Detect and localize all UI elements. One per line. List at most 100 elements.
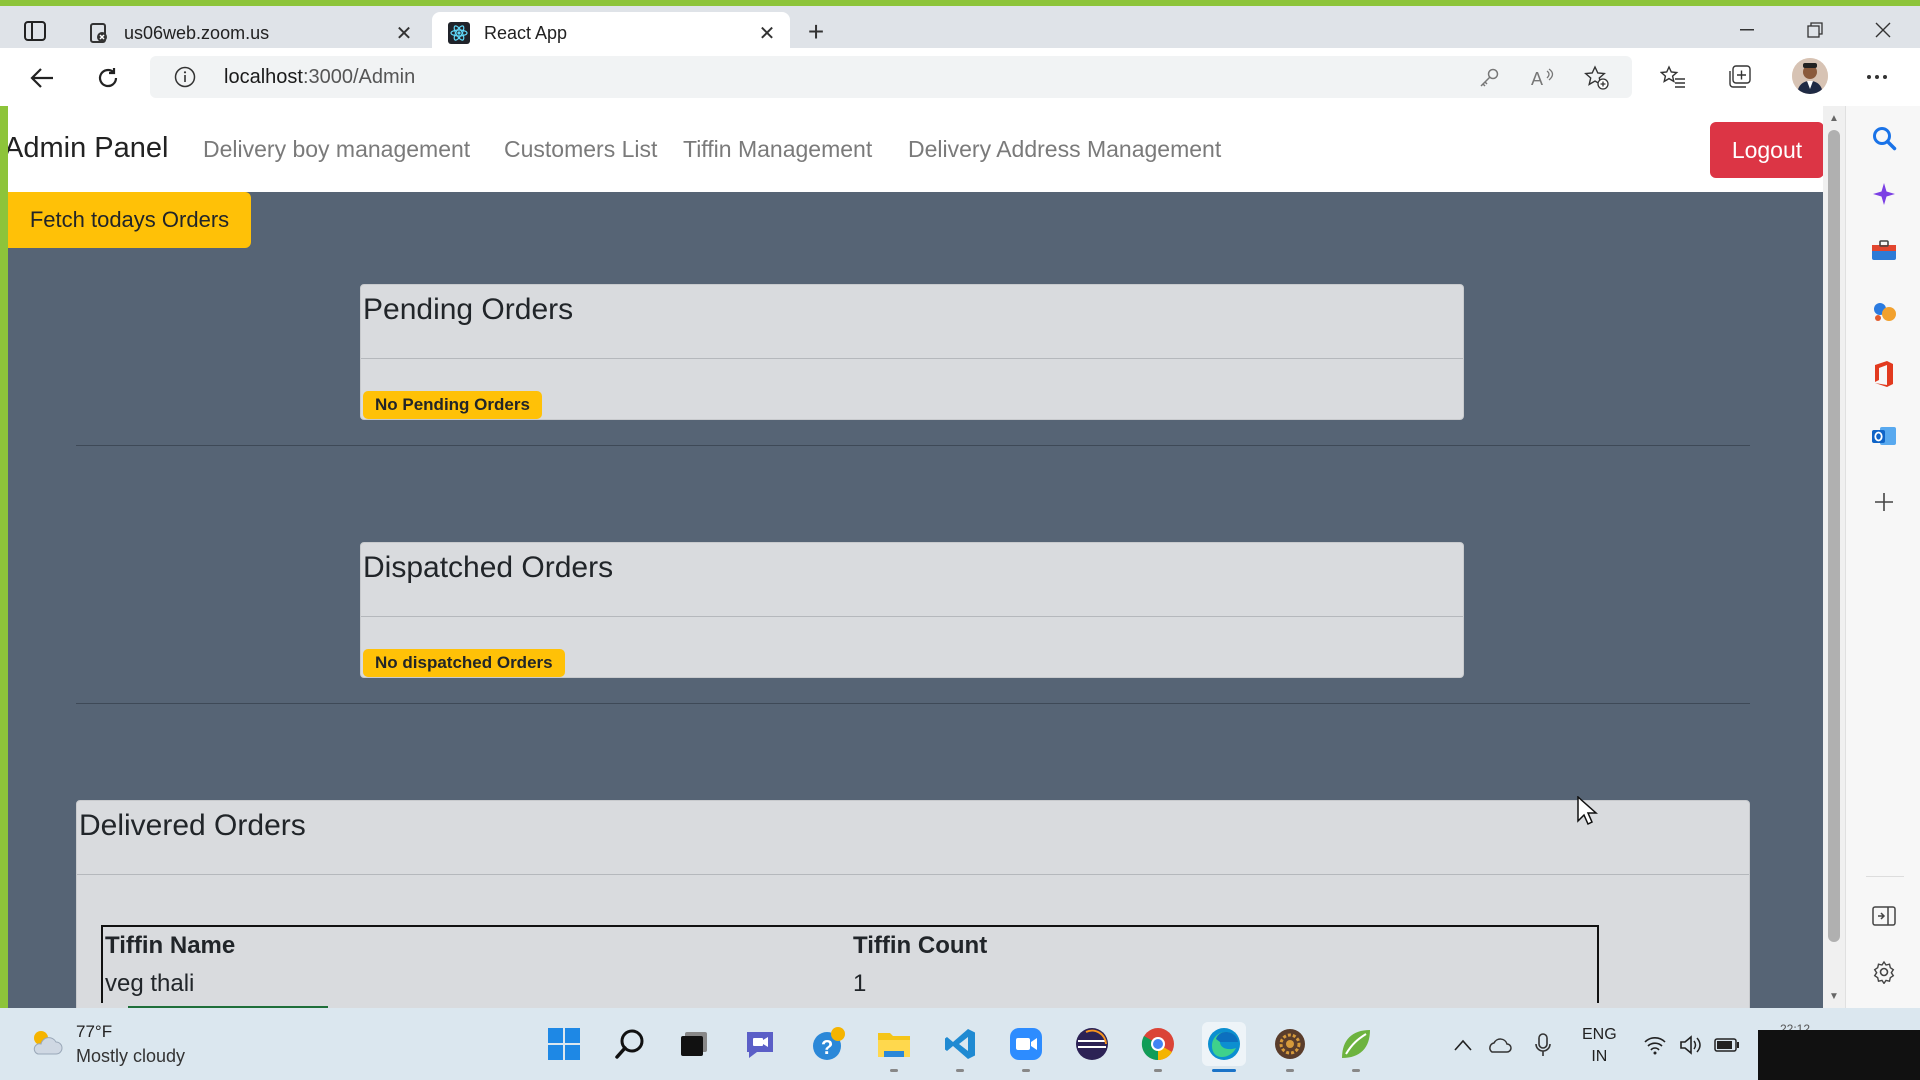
pending-orders-card: Pending Orders No Pending Orders: [360, 284, 1464, 420]
add-favorite-icon[interactable]: [1584, 65, 1610, 91]
volume-icon[interactable]: [1678, 1032, 1704, 1058]
microphone-icon[interactable]: [1530, 1032, 1556, 1058]
chrome-icon[interactable]: [1136, 1022, 1180, 1072]
fetch-orders-button[interactable]: Fetch todays Orders: [8, 192, 251, 248]
divider: [76, 445, 1750, 446]
page-viewport: Admin Panel Delivery boy management Cust…: [8, 106, 1823, 1008]
running-indicator: [1286, 1069, 1294, 1072]
running-indicator: [1154, 1069, 1162, 1072]
dispatched-orders-card: Dispatched Orders No dispatched Orders: [360, 542, 1464, 678]
status-badge: No Pending Orders: [363, 391, 542, 419]
delivered-orders-card: Delivered Orders Tiffin Name Tiffin Coun…: [76, 800, 1750, 1008]
help-app-icon[interactable]: ?: [806, 1022, 850, 1066]
nav-link-delivery-boy[interactable]: Delivery boy management: [203, 136, 470, 163]
settings-app-icon[interactable]: [1268, 1022, 1312, 1072]
address-bar[interactable]: localhost:3000/Admin A: [150, 56, 1632, 98]
onedrive-cloud-icon[interactable]: [1486, 1032, 1512, 1058]
delivered-orders-table: Tiffin Name Tiffin Count veg thali 1: [101, 925, 1599, 1003]
teams-chat-icon[interactable]: [738, 1022, 782, 1066]
battery-icon[interactable]: [1714, 1032, 1740, 1058]
scroll-down-icon[interactable]: ▼: [1828, 990, 1840, 1002]
browser-toolbar: localhost:3000/Admin A: [0, 48, 1920, 106]
office-icon[interactable]: [1866, 356, 1902, 392]
column-header: Tiffin Count: [853, 932, 988, 959]
zoom-tab-favicon-icon: [88, 22, 110, 44]
refresh-icon[interactable]: [88, 58, 128, 98]
zoom-app-icon[interactable]: [1004, 1022, 1048, 1072]
weather-temperature[interactable]: 77°F: [76, 1022, 112, 1042]
new-tab-button[interactable]: +: [800, 16, 832, 48]
spring-tool-icon[interactable]: [1334, 1022, 1378, 1072]
table-cell: 1: [853, 970, 867, 997]
running-indicator: [1212, 1069, 1236, 1072]
app-navbar: Admin Panel Delivery boy management Cust…: [8, 106, 1823, 192]
region-code: IN: [1591, 1048, 1608, 1065]
restore-button[interactable]: [1782, 12, 1848, 48]
divider: [361, 616, 1463, 617]
running-indicator: [890, 1069, 898, 1072]
file-explorer-icon[interactable]: [872, 1022, 916, 1072]
tab-actions-icon[interactable]: [18, 16, 52, 46]
task-view-icon[interactable]: [672, 1022, 716, 1066]
nav-link-tiffin[interactable]: Tiffin Management: [683, 136, 872, 163]
games-icon[interactable]: [1866, 294, 1902, 330]
tools-briefcase-icon[interactable]: [1866, 232, 1902, 268]
react-logo-icon: [448, 22, 470, 44]
status-badge: No dispatched Orders: [363, 649, 565, 677]
table-cell: veg thali: [105, 970, 195, 997]
browser-titlebar: us06web.zoom.us ✕ React App ✕ +: [0, 0, 1920, 54]
svg-text:A: A: [1531, 69, 1543, 89]
minimize-button[interactable]: [1714, 12, 1780, 48]
close-window-button[interactable]: [1850, 12, 1916, 48]
collections-icon[interactable]: [1722, 60, 1756, 94]
favorites-icon[interactable]: [1656, 60, 1690, 94]
tab-title: us06web.zoom.us: [124, 22, 270, 43]
start-windows-icon[interactable]: [542, 1022, 586, 1066]
close-icon[interactable]: ✕: [389, 18, 419, 48]
logout-button[interactable]: Logout: [1710, 122, 1823, 178]
outlook-icon[interactable]: [1866, 418, 1902, 454]
more-options-icon[interactable]: [1860, 60, 1894, 94]
search-icon[interactable]: [608, 1022, 652, 1066]
running-indicator: [1022, 1069, 1030, 1072]
weather-cloud-sun-icon[interactable]: [28, 1026, 64, 1058]
card-title: Pending Orders: [363, 293, 574, 326]
password-key-icon[interactable]: [1476, 65, 1502, 91]
divider: [76, 703, 1750, 704]
tab-title: React App: [484, 22, 568, 43]
windows-taskbar: 77°F Mostly cloudy ? ENG IN 22:12: [0, 1008, 1920, 1080]
edge-icon[interactable]: [1202, 1022, 1246, 1072]
nav-link-delivery-address[interactable]: Delivery Address Management: [908, 136, 1221, 163]
profile-avatar[interactable]: [1792, 58, 1828, 94]
url-text: localhost:3000/Admin: [224, 66, 416, 88]
close-icon[interactable]: ✕: [752, 18, 782, 48]
read-aloud-icon[interactable]: A: [1530, 65, 1556, 91]
table-row: veg thali 1: [103, 965, 1597, 1003]
column-header: Tiffin Name: [105, 932, 236, 959]
page-scrollbar[interactable]: ▲ ▼: [1823, 106, 1845, 1008]
weather-description[interactable]: Mostly cloudy: [76, 1046, 185, 1067]
scroll-up-icon[interactable]: ▲: [1828, 112, 1840, 124]
add-icon[interactable]: [1866, 484, 1902, 520]
settings-gear-icon[interactable]: [1866, 954, 1902, 990]
chevron-up-icon[interactable]: [1450, 1032, 1476, 1058]
nav-link-customers[interactable]: Customers List: [504, 136, 657, 163]
edge-sidebar: [1845, 106, 1920, 1008]
divider: [361, 358, 1463, 359]
copilot-sparkle-icon[interactable]: [1866, 176, 1902, 212]
scroll-thumb[interactable]: [1828, 130, 1840, 942]
search-icon[interactable]: [1866, 120, 1902, 156]
back-arrow-icon[interactable]: [22, 58, 62, 98]
notification-area-block[interactable]: [1758, 1030, 1920, 1080]
card-title: Delivered Orders: [79, 809, 306, 842]
wifi-icon[interactable]: [1642, 1032, 1668, 1058]
info-icon[interactable]: [174, 66, 196, 88]
divider: [77, 874, 1749, 875]
language-indicator[interactable]: ENG IN: [1582, 1024, 1617, 1068]
vscode-icon[interactable]: [938, 1022, 982, 1072]
eclipse-icon[interactable]: [1070, 1022, 1114, 1066]
table-header-row: Tiffin Name Tiffin Count: [103, 927, 1597, 965]
navbar-brand[interactable]: Admin Panel: [8, 132, 168, 165]
hide-sidebar-icon[interactable]: [1866, 898, 1902, 934]
divider: [1866, 876, 1904, 877]
